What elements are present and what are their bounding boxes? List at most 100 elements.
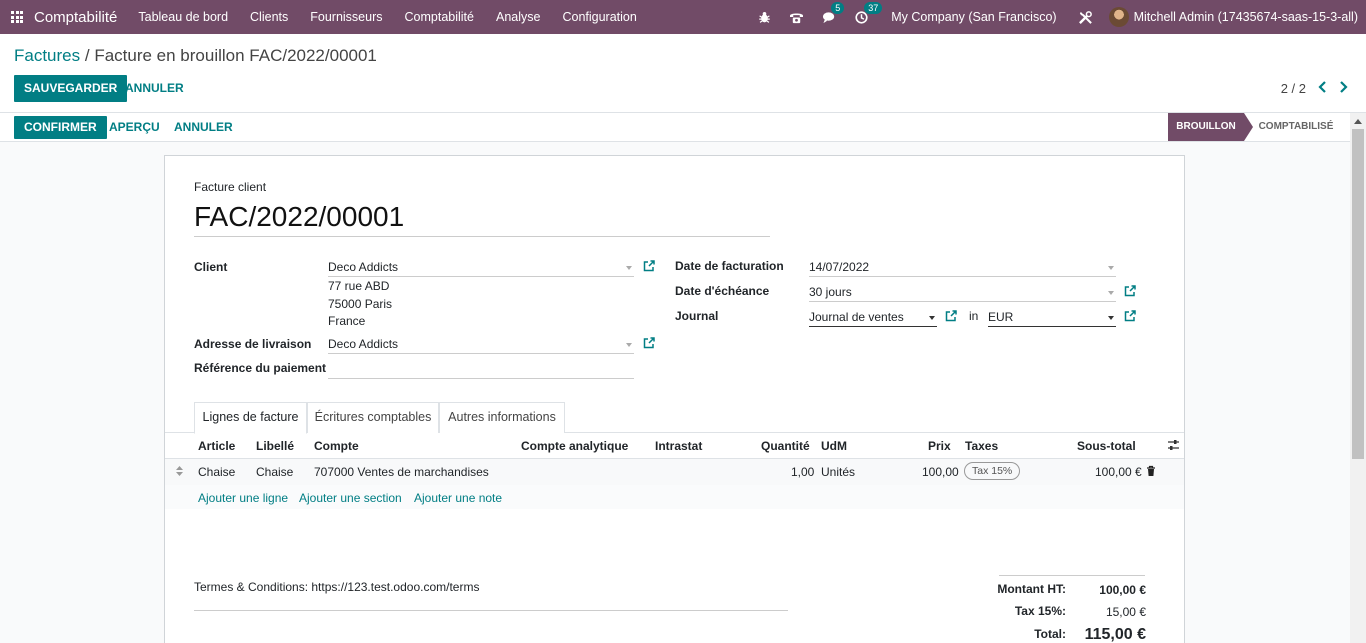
- tax-amount-value: 15,00 €: [1105, 605, 1146, 619]
- status-bar: CONFIRMER APERÇU ANNULER BROUILLON COMPT…: [0, 113, 1350, 142]
- shipping-label: Adresse de livraison: [194, 337, 312, 351]
- due-date-field[interactable]: 30 jours: [809, 284, 1116, 302]
- scrollbar[interactable]: [1350, 113, 1366, 643]
- preview-button[interactable]: APERÇU: [109, 114, 160, 141]
- chevron-right-icon[interactable]: [1338, 81, 1348, 93]
- menu-tableau-de-bord[interactable]: Tableau de bord: [127, 10, 239, 24]
- col-subtotal[interactable]: Sous-total: [1077, 439, 1136, 453]
- col-article[interactable]: Article: [198, 439, 235, 453]
- scroll-up-arrow-icon[interactable]: [1354, 119, 1362, 124]
- menu-configuration[interactable]: Configuration: [551, 10, 647, 24]
- journal-field[interactable]: Journal de ventes: [809, 309, 937, 327]
- invoice-date-label: Date de facturation: [675, 259, 784, 273]
- cell-quantity[interactable]: 1,00: [791, 465, 814, 479]
- invoice-sheet: Facture client FAC/2022/00001 Client Dec…: [164, 155, 1185, 643]
- drag-handle-icon[interactable]: [175, 465, 184, 477]
- menu-clients[interactable]: Clients: [239, 10, 299, 24]
- phone-icon[interactable]: [789, 11, 804, 24]
- chat-icon[interactable]: 5: [822, 1, 845, 24]
- trash-icon[interactable]: [1146, 465, 1156, 477]
- invoice-number-title: FAC/2022/00001: [194, 201, 405, 232]
- tax-tag[interactable]: Tax 15%: [964, 462, 1021, 480]
- cell-price[interactable]: 100,00: [922, 465, 959, 479]
- clock-icon[interactable]: 37: [855, 1, 883, 24]
- external-link-icon[interactable]: [1124, 285, 1136, 297]
- col-taxes[interactable]: Taxes: [965, 439, 998, 453]
- col-quantity[interactable]: Quantité: [761, 439, 810, 453]
- totals-divider: [999, 575, 1145, 576]
- add-line-link[interactable]: Ajouter une ligne: [198, 491, 288, 505]
- apps-icon[interactable]: [11, 11, 23, 23]
- breadcrumb-factures[interactable]: Factures: [14, 46, 80, 65]
- chevron-down-icon[interactable]: [626, 343, 632, 347]
- shipping-field[interactable]: Deco Addicts: [328, 336, 634, 354]
- stage-posted[interactable]: COMPTABILISÉ: [1256, 113, 1336, 141]
- address-line-2: 75000 Paris: [328, 297, 393, 311]
- notebook-tabs: Lignes de facture Écritures comptables A…: [165, 402, 1184, 434]
- external-link-icon[interactable]: [643, 337, 655, 349]
- col-uom[interactable]: UdM: [821, 439, 847, 453]
- tab-journal-items[interactable]: Écritures comptables: [307, 402, 439, 433]
- messages-count-badge: 5: [831, 1, 845, 14]
- breadcrumb: Factures / Facture en brouillon FAC/2022…: [14, 46, 377, 66]
- cell-subtotal[interactable]: 100,00 €: [1095, 465, 1142, 479]
- menu-fournisseurs[interactable]: Fournisseurs: [299, 10, 393, 24]
- discard-button[interactable]: ANNULER: [125, 75, 184, 102]
- bug-icon[interactable]: [758, 11, 771, 24]
- title-underline: [194, 236, 770, 237]
- col-intrastat[interactable]: Intrastat: [655, 439, 702, 453]
- tools-icon[interactable]: [1078, 10, 1093, 25]
- control-panel: Factures / Facture en brouillon FAC/2022…: [0, 34, 1366, 113]
- chevron-down-icon[interactable]: [929, 316, 935, 320]
- due-date-value: 30 jours: [809, 285, 852, 299]
- cell-article[interactable]: Chaise: [198, 465, 235, 479]
- cancel-invoice-button[interactable]: ANNULER: [174, 114, 233, 141]
- currency-value: EUR: [988, 310, 1014, 324]
- cell-account[interactable]: 707000 Ventes de marchandises: [314, 465, 489, 479]
- chevron-down-icon[interactable]: [1108, 266, 1114, 270]
- scroll-thumb[interactable]: [1352, 129, 1364, 459]
- external-link-icon[interactable]: [1124, 310, 1136, 322]
- user-menu[interactable]: Mitchell Admin (17435674-saas-15-3-all): [1134, 10, 1358, 24]
- sliders-icon[interactable]: [1167, 439, 1180, 451]
- add-section-link[interactable]: Ajouter une section: [299, 491, 402, 505]
- avatar[interactable]: [1108, 7, 1129, 27]
- terms-and-conditions[interactable]: Termes & Conditions: https://123.test.od…: [194, 580, 479, 594]
- col-account[interactable]: Compte: [314, 439, 359, 453]
- journal-label: Journal: [675, 309, 719, 323]
- client-field[interactable]: Deco Addicts: [328, 259, 634, 277]
- address-line-3: France: [328, 314, 366, 328]
- menu-comptabilite[interactable]: Comptabilité: [394, 10, 485, 24]
- top-navbar: Comptabilité Tableau de bord Clients Fou…: [0, 0, 1366, 34]
- app-title[interactable]: Comptabilité: [34, 9, 117, 26]
- breadcrumb-separator: /: [80, 46, 95, 65]
- untaxed-amount-label: Montant HT:: [997, 582, 1066, 596]
- cell-label[interactable]: Chaise: [256, 465, 293, 479]
- total-value: 115,00 €: [1084, 626, 1146, 643]
- external-link-icon[interactable]: [945, 310, 957, 322]
- col-label[interactable]: Libellé: [256, 439, 294, 453]
- company-switcher[interactable]: My Company (San Francisco): [891, 10, 1056, 24]
- chevron-down-icon[interactable]: [1108, 291, 1114, 295]
- col-analytic[interactable]: Compte analytique: [521, 439, 628, 453]
- tab-invoice-lines[interactable]: Lignes de facture: [194, 402, 307, 434]
- add-note-link[interactable]: Ajouter une note: [414, 491, 502, 505]
- cell-uom[interactable]: Unités: [821, 465, 855, 479]
- untaxed-amount-value: 100,00 €: [1099, 583, 1146, 597]
- currency-field[interactable]: EUR: [988, 309, 1116, 327]
- chevron-left-icon[interactable]: [1318, 81, 1328, 93]
- pager-value[interactable]: 2 / 2: [1281, 81, 1306, 96]
- tax-amount-label: Tax 15%:: [1014, 604, 1066, 618]
- external-link-icon[interactable]: [643, 260, 655, 272]
- in-label: in: [969, 309, 979, 323]
- save-button[interactable]: SAUVEGARDER: [14, 75, 128, 102]
- tab-other-info[interactable]: Autres informations: [439, 402, 565, 433]
- payment-ref-input[interactable]: [328, 361, 634, 379]
- confirm-button[interactable]: CONFIRMER: [14, 116, 107, 139]
- col-price[interactable]: Prix: [928, 439, 951, 453]
- menu-analyse[interactable]: Analyse: [485, 10, 551, 24]
- breadcrumb-current: Facture en brouillon FAC/2022/00001: [94, 46, 377, 65]
- invoice-date-field[interactable]: 14/07/2022: [809, 259, 1116, 277]
- chevron-down-icon[interactable]: [1108, 316, 1114, 320]
- chevron-down-icon[interactable]: [626, 266, 632, 270]
